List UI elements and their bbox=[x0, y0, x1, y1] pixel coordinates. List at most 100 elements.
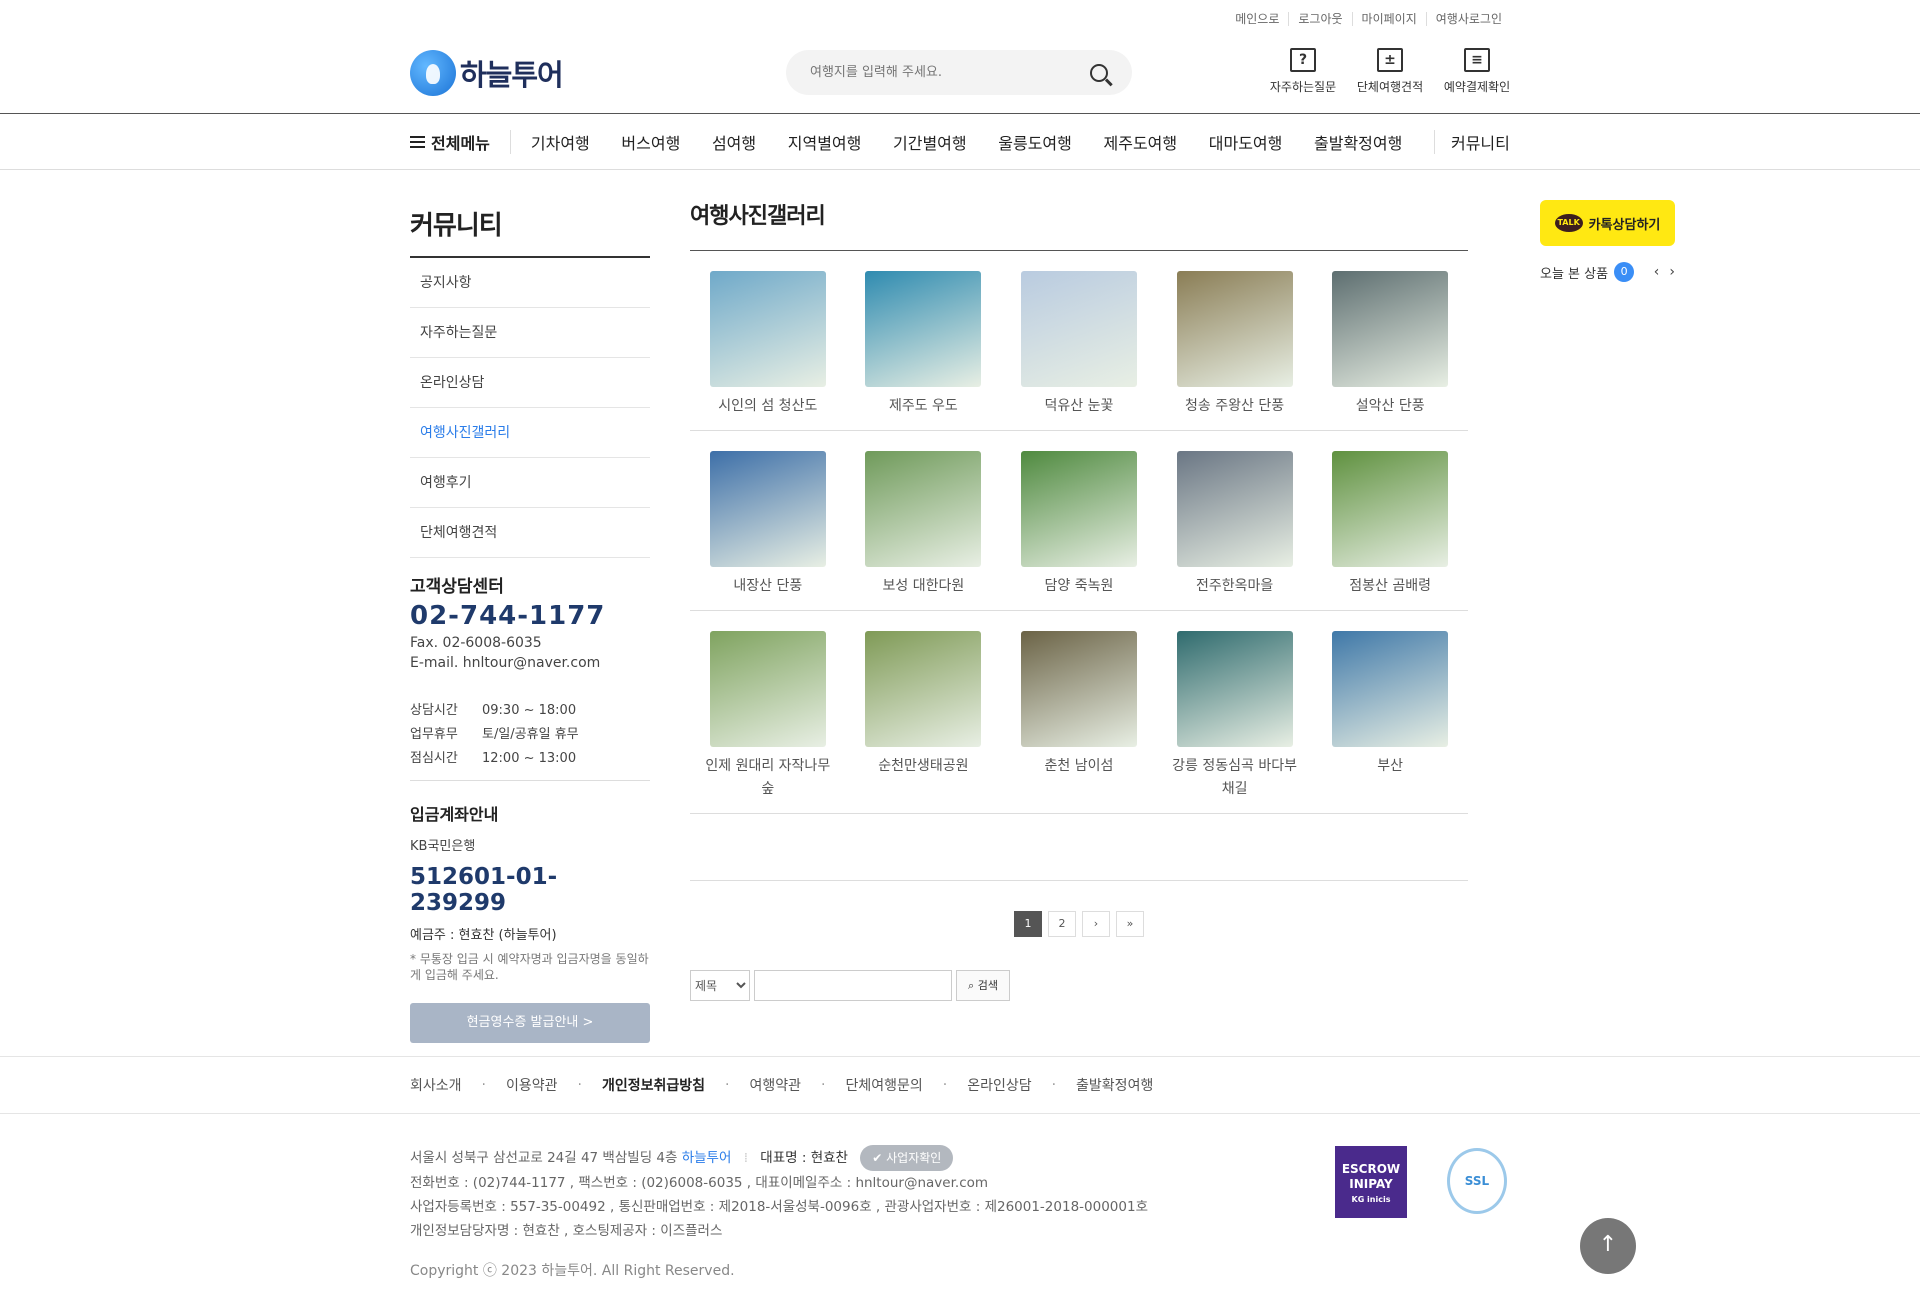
gallery-thumbnail[interactable] bbox=[1332, 271, 1449, 387]
gallery-thumbnail[interactable] bbox=[865, 631, 982, 747]
gallery-item[interactable]: 부산 bbox=[1312, 631, 1468, 813]
footer-link-online-consult[interactable]: 온라인상담 bbox=[967, 1075, 1031, 1095]
cs-hours-value: 12:00 ~ 13:00 bbox=[482, 751, 577, 766]
all-menu-button[interactable]: 전체메뉴 bbox=[410, 130, 511, 154]
gallery-item[interactable]: 담양 죽녹원 bbox=[1001, 451, 1157, 610]
gallery-item[interactable]: 덕유산 눈꽃 bbox=[1001, 271, 1157, 430]
board-search-input[interactable] bbox=[754, 970, 952, 1001]
gallery-caption[interactable]: 청송 주왕산 단풍 bbox=[1157, 395, 1313, 418]
search-input[interactable] bbox=[810, 65, 1090, 80]
gallery-thumbnail[interactable] bbox=[865, 271, 982, 387]
gallery-caption[interactable]: 담양 죽녹원 bbox=[1001, 575, 1157, 598]
util-link-mypage[interactable]: 마이페이지 bbox=[1351, 12, 1426, 26]
page-1-button[interactable]: 1 bbox=[1014, 911, 1042, 937]
next-page-button[interactable]: › bbox=[1082, 911, 1110, 937]
footer-link-privacy[interactable]: 개인정보취급방침 bbox=[602, 1075, 705, 1095]
gallery-thumbnail[interactable] bbox=[709, 271, 826, 387]
gallery-thumbnail[interactable] bbox=[1332, 631, 1449, 747]
board-search-button[interactable]: ⌕ 검색 bbox=[956, 970, 1010, 1001]
gallery-item[interactable]: 설악산 단풍 bbox=[1312, 271, 1468, 430]
gallery-caption[interactable]: 인제 원대리 자작나무숲 bbox=[690, 755, 846, 801]
nav-item-jeju[interactable]: 제주도여행 bbox=[1104, 130, 1178, 154]
chevron-left-icon[interactable]: ‹ bbox=[1654, 264, 1660, 280]
gallery-item[interactable]: 춘천 남이섬 bbox=[1001, 631, 1157, 813]
quick-link-faq[interactable]: ? 자주하는질문 bbox=[1268, 48, 1338, 95]
main-content: 여행사진갤러리 시인의 섬 청산도 제주도 우도 덕유산 눈꽃 청송 주왕산 단풍 설악… bbox=[690, 198, 1468, 814]
sidebar-item-notice[interactable]: 공지사항 bbox=[410, 258, 650, 308]
gallery-thumbnail[interactable] bbox=[1176, 631, 1293, 747]
footer-link-confirmed[interactable]: 출발확정여행 bbox=[1076, 1075, 1153, 1095]
nav-item-island[interactable]: 섬여행 bbox=[712, 130, 756, 154]
util-link-main[interactable]: 메인으로 bbox=[1226, 12, 1288, 26]
gallery-caption[interactable]: 강릉 정동심곡 바다부채길 bbox=[1157, 755, 1313, 801]
gallery-item[interactable]: 내장산 단풍 bbox=[690, 451, 846, 610]
gallery-caption[interactable]: 점봉산 곰배령 bbox=[1312, 575, 1468, 598]
quick-link-booking-check[interactable]: ≡ 예약결제확인 bbox=[1442, 48, 1512, 95]
gallery-caption[interactable]: 전주한옥마을 bbox=[1157, 575, 1313, 598]
search-field-select[interactable]: 제목 bbox=[690, 970, 750, 1001]
kakao-talk-button[interactable]: TALK 카톡상담하기 bbox=[1540, 200, 1675, 246]
escrow-badge[interactable]: ESCROW INIPAY KG inicis bbox=[1335, 1146, 1407, 1218]
gallery-caption[interactable]: 설악산 단풍 bbox=[1312, 395, 1468, 418]
biz-verify-button[interactable]: ✔ 사업자확인 bbox=[860, 1145, 954, 1171]
gallery-thumbnail[interactable] bbox=[709, 451, 826, 567]
footer-link-terms[interactable]: 이용약관 bbox=[506, 1075, 558, 1095]
sidebar-item-reviews[interactable]: 여행후기 bbox=[410, 458, 650, 508]
gallery-thumbnail[interactable] bbox=[865, 451, 982, 567]
chevron-right-icon[interactable]: › bbox=[1669, 264, 1675, 280]
gallery-item[interactable]: 강릉 정동심곡 바다부채길 bbox=[1157, 631, 1313, 813]
util-link-agency-login[interactable]: 여행사로그인 bbox=[1425, 12, 1511, 26]
gallery-caption[interactable]: 제주도 우도 bbox=[846, 395, 1002, 418]
nav-item-tsushima[interactable]: 대마도여행 bbox=[1209, 130, 1283, 154]
cash-receipt-button[interactable]: 현금영수증 발급안내 > bbox=[410, 1003, 650, 1043]
gallery-item[interactable]: 전주한옥마을 bbox=[1157, 451, 1313, 610]
nav-item-region[interactable]: 지역별여행 bbox=[788, 130, 862, 154]
gallery-item[interactable]: 점봉산 곰배령 bbox=[1312, 451, 1468, 610]
footer-contacts: 전화번호 : (02)744-1177 , 팩스번호 : (02)6008-60… bbox=[410, 1175, 989, 1191]
nav-item-confirmed[interactable]: 출발확정여행 bbox=[1314, 130, 1402, 154]
gallery-item[interactable]: 순천만생태공원 bbox=[846, 631, 1002, 813]
sidebar-item-faq[interactable]: 자주하는질문 bbox=[410, 308, 650, 358]
last-page-button[interactable]: » bbox=[1116, 911, 1144, 937]
sidebar-item-group-quote[interactable]: 단체여행견적 bbox=[410, 508, 650, 558]
sidebar-item-online-consult[interactable]: 온라인상담 bbox=[410, 358, 650, 408]
quick-link-group-quote[interactable]: ± 단체여행견적 bbox=[1355, 48, 1425, 95]
bank-title: 입금계좌안내 bbox=[410, 805, 499, 824]
gallery-caption[interactable]: 시인의 섬 청산도 bbox=[690, 395, 846, 418]
gallery-item[interactable]: 청송 주왕산 단풍 bbox=[1157, 271, 1313, 430]
page-2-button[interactable]: 2 bbox=[1048, 911, 1076, 937]
gallery-item[interactable]: 제주도 우도 bbox=[846, 271, 1002, 430]
nav-item-community[interactable]: 커뮤니티 bbox=[1433, 130, 1510, 154]
gallery-row: 시인의 섬 청산도 제주도 우도 덕유산 눈꽃 청송 주왕산 단풍 설악산 단풍 bbox=[690, 251, 1468, 431]
gallery-caption[interactable]: 덕유산 눈꽃 bbox=[1001, 395, 1157, 418]
gallery-thumbnail[interactable] bbox=[1020, 451, 1137, 567]
nav-item-train[interactable]: 기차여행 bbox=[531, 130, 590, 154]
gallery-caption[interactable]: 춘천 남이섬 bbox=[1001, 755, 1157, 778]
gallery-caption[interactable]: 순천만생태공원 bbox=[846, 755, 1002, 778]
nav-item-bus[interactable]: 버스여행 bbox=[621, 130, 680, 154]
nav-item-ulleungdo[interactable]: 울릉도여행 bbox=[998, 130, 1072, 154]
footer-address: 서울시 성북구 삼선교로 24길 47 백삼빌딩 4층 bbox=[410, 1150, 678, 1166]
nav-item-period[interactable]: 기간별여행 bbox=[893, 130, 967, 154]
gallery-thumbnail[interactable] bbox=[1332, 451, 1449, 567]
gallery-thumbnail[interactable] bbox=[709, 631, 826, 747]
footer-link-company[interactable]: 회사소개 bbox=[410, 1075, 462, 1095]
footer-link-travel-terms[interactable]: 여행약관 bbox=[749, 1075, 801, 1095]
footer-link-group-inquiry[interactable]: 단체여행문의 bbox=[845, 1075, 922, 1095]
gallery-thumbnail[interactable] bbox=[1020, 631, 1137, 747]
gallery-caption[interactable]: 보성 대한다원 bbox=[846, 575, 1002, 598]
gallery-item[interactable]: 인제 원대리 자작나무숲 bbox=[690, 631, 846, 813]
gallery-thumbnail[interactable] bbox=[1176, 451, 1293, 567]
gallery-item[interactable]: 시인의 섬 청산도 bbox=[690, 271, 846, 430]
site-logo[interactable]: 하늘투어 bbox=[410, 50, 564, 96]
gallery-caption[interactable]: 부산 bbox=[1312, 755, 1468, 778]
util-link-logout[interactable]: 로그아웃 bbox=[1288, 12, 1351, 26]
sidebar-item-gallery[interactable]: 여행사진갤러리 bbox=[410, 408, 650, 458]
search-icon[interactable] bbox=[1090, 63, 1108, 82]
scroll-top-button[interactable]: ↑ bbox=[1580, 1218, 1636, 1274]
gallery-thumbnail[interactable] bbox=[1176, 271, 1293, 387]
gallery-caption[interactable]: 내장산 단풍 bbox=[690, 575, 846, 598]
footer-ceo: 대표명 : 현효찬 bbox=[760, 1150, 848, 1166]
gallery-item[interactable]: 보성 대한다원 bbox=[846, 451, 1002, 610]
gallery-thumbnail[interactable] bbox=[1020, 271, 1137, 387]
